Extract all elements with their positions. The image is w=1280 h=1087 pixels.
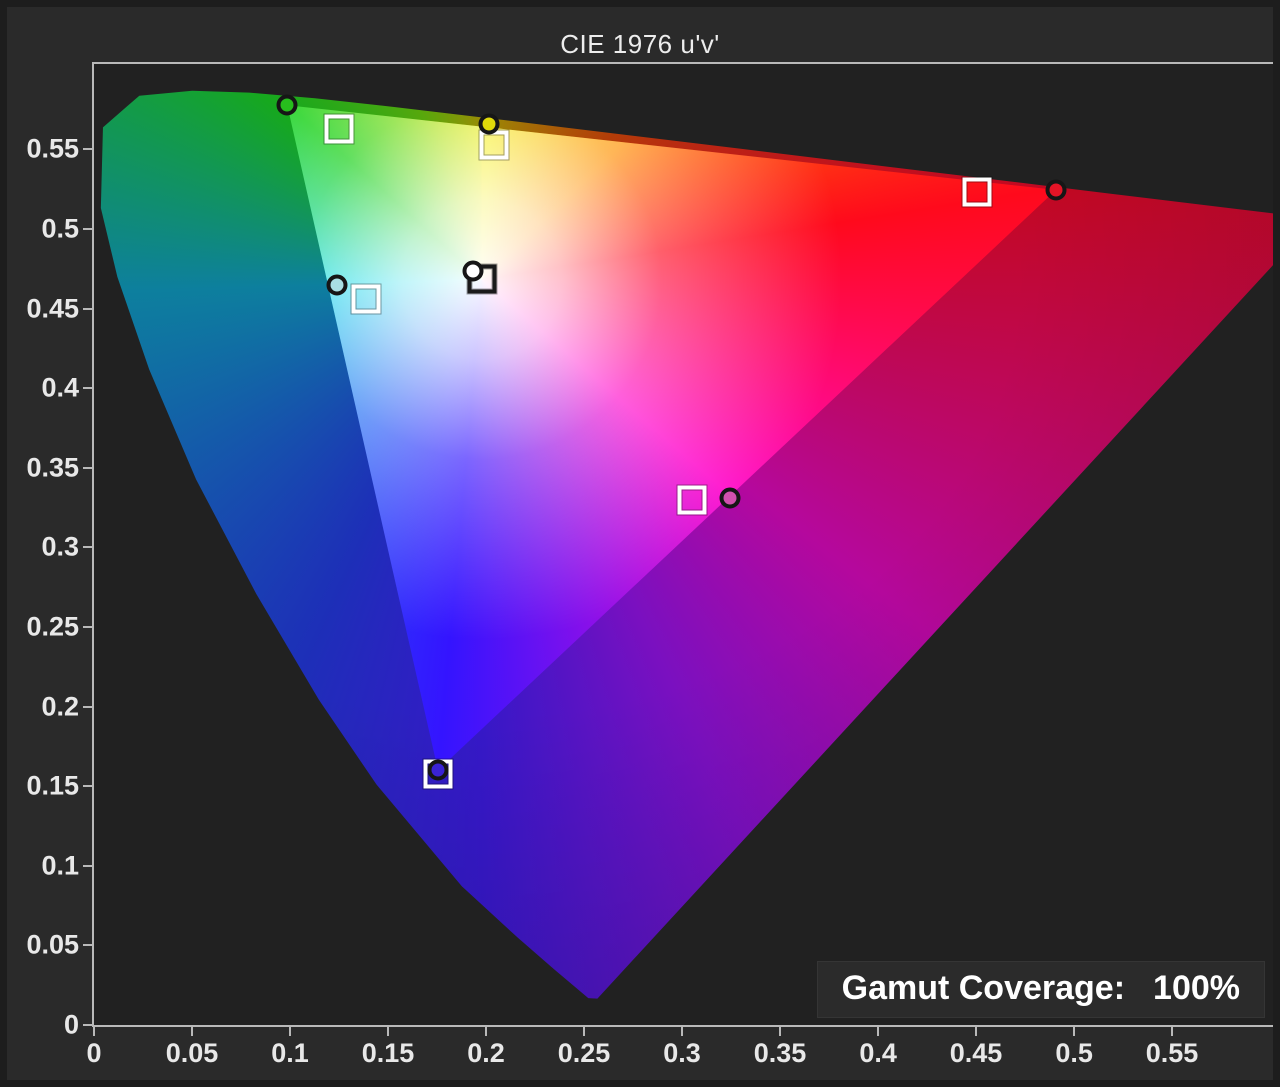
y-tick-label: 0.45: [26, 293, 79, 324]
y-tick-label: 0.5: [41, 213, 79, 244]
y-tick: [83, 705, 92, 708]
measured-marker-green: [276, 94, 298, 116]
y-tick-label: 0.2: [41, 691, 79, 722]
target-marker-magenta: [677, 485, 707, 515]
y-tick-label: 0.3: [41, 531, 79, 562]
y-tick: [83, 387, 92, 390]
x-tick: [583, 1027, 586, 1036]
x-tick-label: 0.2: [467, 1038, 505, 1068]
x-axis-tick-labels: 0 0.05 0.1 0.15 0.2 0.25 0.3 0.35 0.4 0.45 0.5 0.55: [86, 1038, 1273, 1072]
target-marker-red: [962, 177, 992, 207]
target-marker-yellow: [479, 130, 509, 160]
measured-marker-red: [1045, 179, 1067, 201]
x-tick-label: 0: [86, 1038, 102, 1068]
marker-layer: [94, 64, 1273, 1025]
x-axis-ticks: [93, 1027, 1273, 1036]
x-tick-label: 0.45: [949, 1038, 1003, 1068]
y-tick-label: 0.35: [26, 452, 79, 483]
x-tick-label: 0.1: [271, 1038, 309, 1068]
x-tick-label: 0.5: [1055, 1038, 1093, 1068]
x-tick-label: 0.35: [753, 1038, 807, 1068]
y-tick-label: 0.1: [41, 850, 79, 881]
y-tick: [83, 785, 92, 788]
plot-area: Gamut Coverage: 100%: [92, 62, 1273, 1027]
x-tick: [288, 1027, 291, 1036]
y-tick: [83, 625, 92, 628]
measured-marker-yellow: [478, 113, 500, 135]
y-tick: [83, 307, 92, 310]
y-axis-ticks: [83, 64, 92, 1026]
target-marker-green: [324, 114, 354, 144]
y-tick: [83, 864, 92, 867]
x-tick-label: 0.15: [361, 1038, 415, 1068]
y-axis-tick-labels: 0 0.05 0.1 0.15 0.2 0.25 0.3 0.35 0.4 0.45 0.5 0.55: [7, 64, 79, 1040]
y-tick: [83, 546, 92, 549]
measured-marker-blue: [427, 759, 449, 781]
y-tick-label: 0.05: [26, 929, 79, 960]
x-tick: [877, 1027, 880, 1036]
x-tick: [191, 1027, 194, 1036]
measured-marker-white: [462, 260, 484, 282]
x-tick: [680, 1027, 683, 1036]
measured-marker-cyan: [326, 274, 348, 296]
gamut-coverage-badge: Gamut Coverage: 100%: [816, 961, 1265, 1018]
x-tick: [1073, 1027, 1076, 1036]
x-tick: [387, 1027, 390, 1036]
x-tick: [93, 1027, 95, 1036]
y-tick: [83, 944, 92, 947]
x-tick: [484, 1027, 487, 1036]
gamut-coverage-value: 100%: [1153, 969, 1240, 1007]
x-tick: [779, 1027, 782, 1036]
x-tick-label: 0.55: [1145, 1038, 1199, 1068]
chart-title: CIE 1976 u'v': [560, 29, 720, 59]
y-tick-label: 0.15: [26, 770, 79, 801]
y-tick: [83, 148, 92, 151]
y-tick-label: 0.25: [26, 611, 79, 642]
y-tick: [83, 1024, 92, 1026]
y-tick: [83, 466, 92, 469]
y-tick-label: 0.4: [41, 372, 79, 403]
y-tick: [83, 227, 92, 230]
x-tick: [975, 1027, 978, 1036]
y-tick-label: 0.55: [26, 133, 79, 164]
y-tick-label: 0: [63, 1009, 79, 1040]
x-tick-label: 0.05: [165, 1038, 219, 1068]
x-tick-label: 0.3: [663, 1038, 701, 1068]
chart-window: CIE 1976 u'v' Gamut Coverage: 100% 0 0.05…: [0, 0, 1280, 1087]
x-tick-label: 0.25: [557, 1038, 611, 1068]
x-tick: [1171, 1027, 1174, 1036]
target-marker-cyan: [351, 284, 381, 314]
x-tick-label: 0.4: [859, 1038, 897, 1068]
gamut-coverage-label: Gamut Coverage:: [841, 969, 1126, 1007]
measured-marker-magenta: [719, 487, 741, 509]
